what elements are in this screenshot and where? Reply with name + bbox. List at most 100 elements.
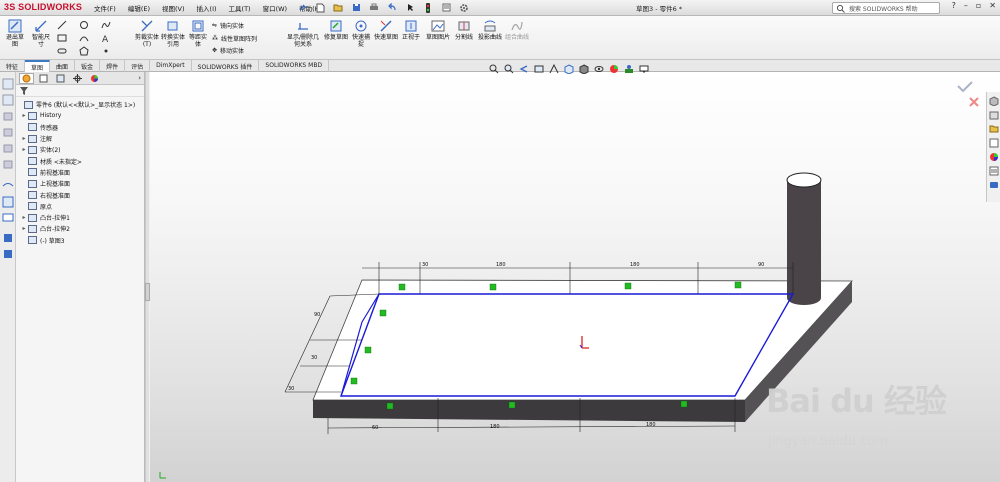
menu-insert[interactable]: 插入(I) <box>197 3 217 13</box>
panel-expand-icon[interactable]: › <box>138 74 141 82</box>
sketch-icon-b[interactable] <box>2 94 14 106</box>
tab-dimxpert[interactable]: DimXpert <box>150 60 192 72</box>
arc-icon[interactable] <box>78 32 90 43</box>
display-delete-relations-button[interactable]: 显示/删除几何关系 <box>286 19 320 48</box>
design-library-icon[interactable] <box>989 110 999 120</box>
new-document-icon[interactable] <box>314 2 326 13</box>
view-settings-icon[interactable] <box>638 64 649 74</box>
display-manager-tab-icon[interactable] <box>87 73 102 84</box>
dimension-left-1[interactable]: 30 <box>311 355 317 361</box>
edit-appearance-icon[interactable] <box>608 64 619 74</box>
tree-item[interactable]: 传感器 <box>16 122 144 133</box>
smart-dimension-button[interactable]: 智能尺寸 <box>30 19 52 48</box>
open-folder-icon[interactable] <box>332 2 344 13</box>
feature-icon-b[interactable] <box>2 126 14 138</box>
convert-entities-button[interactable]: 转换实体引用 <box>160 19 186 48</box>
tree-filter[interactable] <box>16 85 144 97</box>
display-icon[interactable] <box>2 212 14 224</box>
line-icon[interactable] <box>56 19 68 30</box>
polygon-icon[interactable] <box>78 45 90 56</box>
appearances-icon[interactable] <box>989 152 999 162</box>
normal-to-button[interactable]: 正视于 <box>400 19 422 41</box>
options-gear-icon[interactable] <box>458 2 470 13</box>
offset-entities-button[interactable]: 等距实体 <box>187 19 209 48</box>
zoom-to-area-icon[interactable] <box>503 64 514 74</box>
menu-view[interactable]: 视图(V) <box>162 3 185 13</box>
circle-icon[interactable] <box>78 19 90 30</box>
tree-item[interactable]: ▸ History <box>16 110 144 121</box>
feature-manager-tab-icon[interactable] <box>19 72 34 84</box>
tree-item[interactable]: 材质 <未指定> <box>16 155 144 166</box>
tab-evaluate[interactable]: 评估 <box>125 60 151 72</box>
mirror-entities-button[interactable]: ⇋ 镜向实体 <box>212 21 244 30</box>
text-icon[interactable]: A <box>100 32 112 43</box>
panel-splitter[interactable] <box>145 72 149 482</box>
menu-tools[interactable]: 工具(T) <box>229 3 251 13</box>
point-icon[interactable] <box>100 45 112 56</box>
section-view-icon[interactable] <box>533 64 544 74</box>
rebuild-traffic-light-icon[interactable] <box>422 2 434 13</box>
trim-entities-button[interactable]: 剪裁实体(T) <box>134 19 160 48</box>
tab-solidworks-mbd[interactable]: SOLIDWORKS MBD <box>259 60 330 72</box>
tree-item[interactable]: ▸ 实体(2) <box>16 144 144 155</box>
print-icon[interactable] <box>368 2 380 13</box>
view-palette-icon[interactable] <box>989 138 999 148</box>
save-icon[interactable] <box>350 2 362 13</box>
sketch-picture-button[interactable]: 草图图片 <box>426 19 450 41</box>
quick-snaps-button[interactable]: 快速捕捉 <box>350 19 372 48</box>
minimize-button[interactable]: – <box>964 1 968 10</box>
close-button[interactable]: ✕ <box>989 1 996 10</box>
tree-item[interactable]: ▸ 注解 <box>16 133 144 144</box>
tree-item[interactable]: ▸ 凸台-拉伸1 <box>16 212 144 223</box>
tree-item[interactable]: 原点 <box>16 201 144 212</box>
tree-item[interactable]: 零件6 (默认<<默认>_显示状态 1>) <box>16 99 144 110</box>
help-button[interactable]: ? <box>952 1 956 10</box>
dynamic-annotation-icon[interactable] <box>548 64 559 74</box>
linear-pattern-button[interactable]: ⁂ 线性草图阵列 <box>212 34 257 43</box>
tab-solidworks-addins[interactable]: SOLIDWORKS 插件 <box>192 60 260 72</box>
forum-icon[interactable] <box>989 180 999 190</box>
maximize-button[interactable]: ▫ <box>976 1 981 10</box>
confirm-sketch-check-icon[interactable] <box>957 81 973 93</box>
tab-sketch[interactable]: 草图 <box>25 60 51 72</box>
composite-curve-button[interactable]: 组合曲线 <box>504 19 530 41</box>
edit-sketch-icon[interactable] <box>2 196 14 208</box>
previous-view-icon[interactable] <box>518 64 529 74</box>
dimension-bottom-2[interactable]: 180 <box>646 422 656 428</box>
configuration-manager-tab-icon[interactable] <box>53 73 68 84</box>
property-manager-tab-icon[interactable] <box>36 73 51 84</box>
select-arrow-icon[interactable] <box>404 2 416 13</box>
expand-arrow-icon[interactable]: ▸ <box>20 112 28 119</box>
undo-icon[interactable] <box>386 2 398 13</box>
cancel-sketch-x-icon[interactable] <box>969 97 979 107</box>
dimension-top-0[interactable]: 30 <box>422 262 428 268</box>
slot-icon[interactable] <box>56 45 68 56</box>
expand-arrow-icon[interactable]: ▸ <box>20 225 28 232</box>
file-explorer-icon[interactable] <box>989 124 999 134</box>
help-search-input[interactable]: 搜索 SOLIDWORKS 帮助 <box>832 2 940 14</box>
tree-item[interactable]: ▸ 凸台-拉伸2 <box>16 223 144 234</box>
dimension-left-2[interactable]: 30 <box>288 386 294 392</box>
dimension-top-3[interactable]: 90 <box>758 262 764 268</box>
layer-icon-b[interactable] <box>2 248 14 260</box>
hide-show-items-icon[interactable] <box>593 64 604 74</box>
tab-features[interactable]: 特征 <box>0 60 26 72</box>
expand-arrow-icon[interactable]: ▸ <box>20 146 28 153</box>
tree-item[interactable]: 右视基准面 <box>16 189 144 200</box>
dimension-bottom-1[interactable]: 180 <box>490 424 500 430</box>
rapid-sketch-button[interactable]: 快速草图 <box>374 19 398 41</box>
feature-icon-c[interactable] <box>2 142 14 154</box>
pin-icon[interactable] <box>296 2 308 13</box>
display-style-icon[interactable] <box>578 64 589 74</box>
menu-edit[interactable]: 编辑(E) <box>128 3 150 13</box>
menu-window[interactable]: 窗口(W) <box>263 3 288 13</box>
tree-item[interactable]: 前视基准面 <box>16 167 144 178</box>
projected-curve-button[interactable]: 投影曲线 <box>478 19 502 41</box>
spline-icon[interactable] <box>100 19 112 30</box>
tab-sheet-metal[interactable]: 钣金 <box>75 60 101 72</box>
view-orientation-icon[interactable] <box>563 64 574 74</box>
repair-sketch-button[interactable]: 修复草图 <box>324 19 348 41</box>
custom-properties-icon[interactable] <box>989 166 999 176</box>
view-icon-a[interactable] <box>2 180 14 192</box>
dimension-top-2[interactable]: 180 <box>630 262 640 268</box>
